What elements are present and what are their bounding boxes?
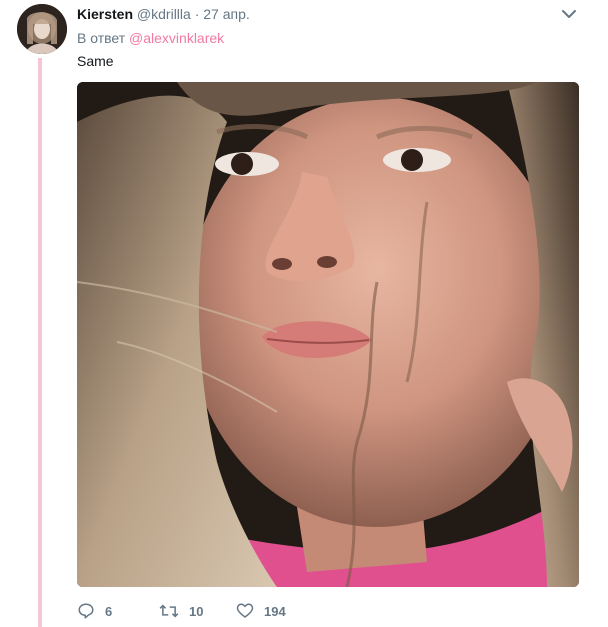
retweet-icon — [159, 604, 179, 618]
reply-prefix: В ответ — [77, 30, 126, 46]
thread-line — [38, 58, 42, 627]
tweet-timestamp[interactable]: 27 апр. — [203, 6, 250, 22]
author-name[interactable]: Kiersten — [77, 6, 133, 22]
reply-context: В ответ @alexvinklarek — [77, 30, 224, 46]
chevron-down-icon[interactable] — [560, 7, 578, 21]
tweet[interactable]: Kiersten @kdrillla · 27 апр. В ответ @al… — [0, 0, 608, 627]
reply-mention-link[interactable]: @alexvinklarek — [129, 30, 224, 46]
retweet-count: 10 — [189, 603, 204, 619]
avatar[interactable] — [17, 4, 67, 54]
reply-count: 6 — [105, 603, 113, 619]
tweet-actions: 6 10 194 — [77, 600, 437, 622]
like-button[interactable]: 194 — [236, 600, 286, 622]
retweet-button[interactable]: 10 — [159, 600, 203, 622]
heart-icon — [236, 603, 254, 618]
reply-button[interactable]: 6 — [77, 600, 112, 622]
like-count: 194 — [264, 603, 286, 619]
tweet-text: Same — [77, 53, 114, 69]
tweet-photo[interactable] — [77, 82, 579, 587]
comment-icon — [78, 603, 94, 619]
author-handle[interactable]: @kdrillla — [137, 6, 191, 22]
tweet-header: Kiersten @kdrillla · 27 апр. — [77, 6, 250, 22]
separator-dot: · — [194, 6, 200, 22]
